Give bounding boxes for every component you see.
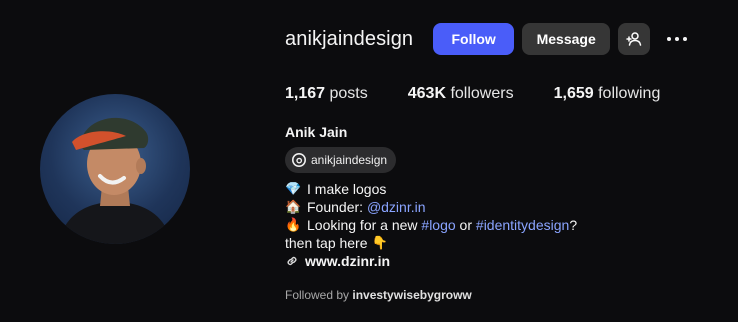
followers-stat[interactable]: 463K followers	[408, 85, 514, 103]
mention-link[interactable]: @dzinr.in	[367, 198, 426, 216]
followed-by-label: Followed by	[285, 288, 350, 302]
more-options-icon[interactable]	[667, 23, 691, 55]
bio-text: I make logos	[307, 181, 387, 197]
bio-line-2: 🏠 Founder: @dzinr.in	[285, 198, 577, 216]
following-stat[interactable]: 1,659 following	[554, 85, 661, 103]
house-icon: 🏠	[285, 199, 302, 214]
bio-website-line: www.dzinr.in	[285, 252, 577, 270]
posts-count: 1,167	[285, 85, 326, 102]
profile-bio: 💎 I make logos 🏠 Founder: @dzinr.in 🔥 Lo…	[285, 180, 577, 270]
threads-icon	[292, 153, 306, 167]
bio-text: or	[455, 217, 476, 233]
posts-label: posts	[329, 85, 368, 102]
followers-label: followers	[450, 85, 514, 102]
followers-count: 463K	[407, 85, 446, 102]
website-link[interactable]: www.dzinr.in	[305, 252, 390, 270]
following-count: 1,659	[553, 85, 594, 102]
profile-full-name: Anik Jain	[285, 124, 348, 140]
bio-text: ?	[569, 217, 578, 233]
threads-handle: anikjaindesign	[311, 153, 388, 167]
followed-by-user[interactable]: investywisebygroww	[352, 288, 471, 302]
message-button[interactable]: Message	[522, 23, 611, 55]
link-icon	[287, 256, 297, 266]
add-user-icon	[626, 32, 642, 46]
bio-text: Looking for a new	[307, 217, 422, 233]
followed-by[interactable]: Followed by investywisebygroww	[285, 288, 472, 302]
fire-icon: 🔥	[285, 217, 302, 232]
pointing-down-icon: 👇	[371, 235, 388, 250]
bio-line-1: 💎 I make logos	[285, 180, 577, 198]
diamond-icon: 💎	[285, 181, 302, 196]
suggest-users-button[interactable]	[618, 23, 651, 55]
follow-button[interactable]: Follow	[433, 23, 515, 55]
hashtag-link[interactable]: #identitydesign	[476, 216, 569, 234]
bio-line-3: 🔥 Looking for a new #logo or #identityde…	[285, 216, 577, 234]
threads-badge[interactable]: anikjaindesign	[285, 147, 397, 173]
profile-username: anikjaindesign	[285, 27, 414, 50]
profile-header-row: anikjaindesign Follow Message	[285, 23, 691, 55]
posts-stat: 1,167 posts	[285, 85, 368, 103]
profile-avatar[interactable]	[40, 94, 190, 244]
bio-text: Founder:	[307, 199, 367, 215]
profile-stats: 1,167 posts 463K followers 1,659 followi…	[285, 85, 700, 103]
following-label: following	[598, 85, 661, 102]
hashtag-link[interactable]: #logo	[421, 216, 455, 234]
bio-line-4: then tap here 👇	[285, 234, 577, 252]
bio-text: then tap here	[285, 235, 368, 251]
